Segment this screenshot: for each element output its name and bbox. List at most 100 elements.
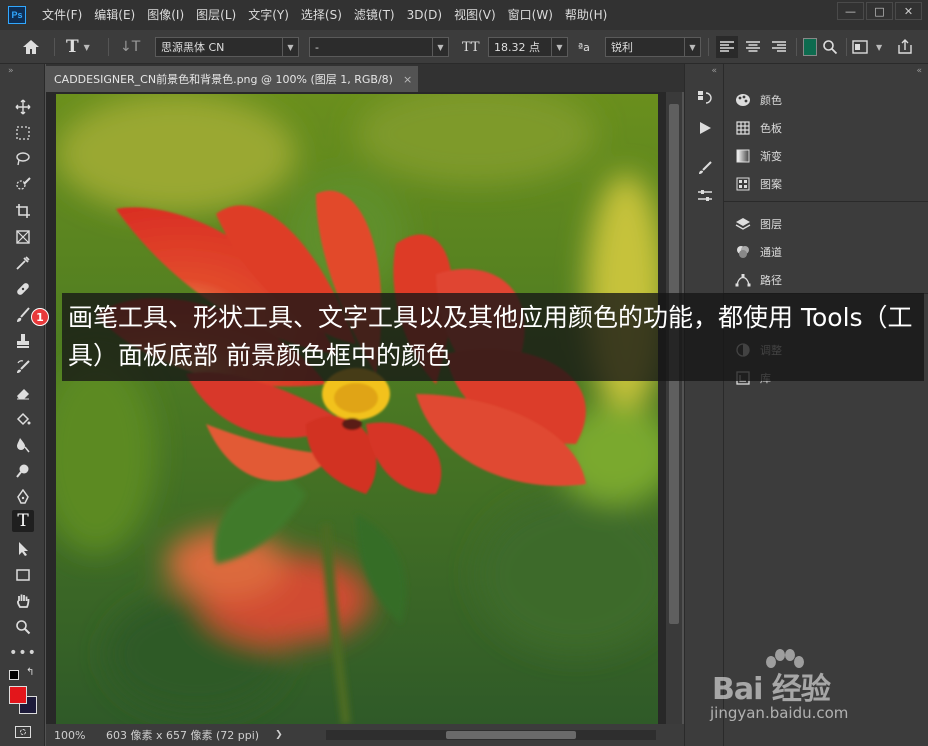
quick-mask-icon [20,729,26,735]
panel-layers-label: 图层 [760,218,782,231]
text-orientation-button[interactable]: ↓T [120,36,140,58]
tools-panel: » T ••• ↰ [0,64,45,746]
marquee-tool[interactable] [12,122,34,144]
blur-icon [17,438,30,453]
swap-colors-icon[interactable]: ↰ [26,667,34,678]
font-style-select[interactable]: - ▼ [309,37,449,57]
menu-view[interactable]: 视图(V) [448,0,502,30]
align-left-button[interactable] [716,36,738,58]
menu-edit[interactable]: 编辑(E) [88,0,141,30]
menu-image[interactable]: 图像(I) [141,0,190,30]
collapse-icon[interactable]: « [711,66,717,76]
quick-selection-icon [16,177,31,190]
vertical-scrollbar[interactable] [666,92,682,724]
clone-stamp-tool[interactable] [12,330,34,352]
eraser-tool[interactable] [12,382,34,404]
menu-type[interactable]: 文字(Y) [242,0,295,30]
panel-channels-label: 通道 [760,246,782,259]
hand-tool[interactable] [12,590,34,612]
align-right-button[interactable] [768,36,790,58]
crop-tool[interactable] [12,200,34,222]
history-brush-tool[interactable] [12,356,34,378]
brush-settings-button[interactable] [695,158,715,178]
status-menu-arrow[interactable]: ❯ [275,730,283,740]
collapse-icon[interactable]: » [8,66,14,76]
maximize-button[interactable]: □ [866,2,893,20]
photoshop-logo: Ps [8,6,26,24]
panel-channels[interactable]: 通道 [734,242,782,262]
antialias-select[interactable]: 锐利 ▼ [605,37,701,57]
watermark-url: jingyan.baidu.com [710,704,849,722]
type-tool[interactable]: T [12,510,34,532]
panel-layers[interactable]: 图层 [734,214,782,234]
paint-bucket-tool[interactable] [12,408,34,430]
document-tab[interactable]: CADDESIGNER_CN前景色和背景色.png @ 100% (图层 1, … [46,66,418,92]
quick-selection-tool[interactable] [12,174,34,196]
healing-brush-tool[interactable] [12,278,34,300]
history-icon [698,91,712,104]
baidu-watermark: Bai 经验 jingyan.baidu.com [700,648,925,728]
history-panel-button[interactable] [695,88,715,108]
dodge-tool[interactable] [12,460,34,482]
grid-icon [734,120,752,136]
close-button[interactable]: ✕ [895,2,922,20]
collapse-icon[interactable]: « [916,66,922,76]
menu-help[interactable]: 帮助(H) [559,0,613,30]
horizontal-scrollbar[interactable] [326,730,656,740]
panel-patterns[interactable]: 图案 [734,174,782,194]
move-icon [15,99,31,115]
panel-gradients[interactable]: 渐变 [734,146,782,166]
minimize-button[interactable]: — [837,2,864,20]
font-family-select[interactable]: 思源黑体 CN ▼ [155,37,299,57]
rectangle-tool[interactable] [12,564,34,586]
zoom-tool[interactable] [12,616,34,638]
foreground-color-swatch[interactable] [9,686,27,704]
edit-toolbar-button[interactable]: ••• [9,642,36,664]
move-tool[interactable] [12,96,34,118]
gradient-icon [734,148,752,164]
menu-window[interactable]: 窗口(W) [502,0,559,30]
zoom-level[interactable]: 100% [54,729,98,742]
menu-file[interactable]: 文件(F) [36,0,88,30]
document-info: 603 像素 x 657 像素 (72 ppi) [106,729,260,742]
lasso-icon [16,152,30,166]
character-panel-button[interactable]: ▼ [852,36,882,58]
lasso-tool[interactable] [12,148,34,170]
menu-filter[interactable]: 滤镜(T) [348,0,401,30]
panel-paths[interactable]: 路径 [734,270,782,290]
font-style-value: - [315,40,319,54]
marquee-icon [16,126,30,140]
path-selection-tool[interactable] [12,538,34,560]
watermark-brand: Bai 经验 [712,672,831,707]
menu-layer[interactable]: 图层(L) [190,0,242,30]
align-right-icon [772,41,786,52]
actions-panel-button[interactable] [695,118,715,138]
pen-tool[interactable] [12,486,34,508]
close-tab-icon[interactable]: × [403,73,412,86]
chevron-down-icon: ▼ [83,42,90,52]
share-button[interactable] [897,36,913,58]
menu-3d[interactable]: 3D(D) [401,0,448,30]
menu-select[interactable]: 选择(S) [295,0,348,30]
text-color-swatch[interactable] [803,38,817,56]
canvas-area[interactable] [46,92,666,724]
panel-color[interactable]: 颜色 [734,90,782,110]
align-center-button[interactable] [742,36,764,58]
adjustments-strip-button[interactable] [695,186,715,206]
font-size-icon: TT [462,39,480,55]
panel-swatches[interactable]: 色板 [734,118,782,138]
horizontal-scroll-thumb[interactable] [446,731,576,739]
tool-preset-picker[interactable]: T ▼ [66,36,90,58]
eyedropper-tool[interactable] [12,252,34,274]
eraser-icon [17,389,29,400]
vertical-type-icon: ↓T [120,39,141,55]
warp-text-button[interactable] [822,36,838,58]
frame-tool[interactable] [12,226,34,248]
blur-tool[interactable] [12,434,34,456]
quick-mask-button[interactable] [15,726,31,738]
font-size-select[interactable]: 18.32 点 ▼ [488,37,568,57]
flower-photo[interactable] [56,94,658,724]
frame-icon [16,230,30,244]
home-button[interactable] [22,36,40,58]
default-colors-icon[interactable] [9,670,19,680]
